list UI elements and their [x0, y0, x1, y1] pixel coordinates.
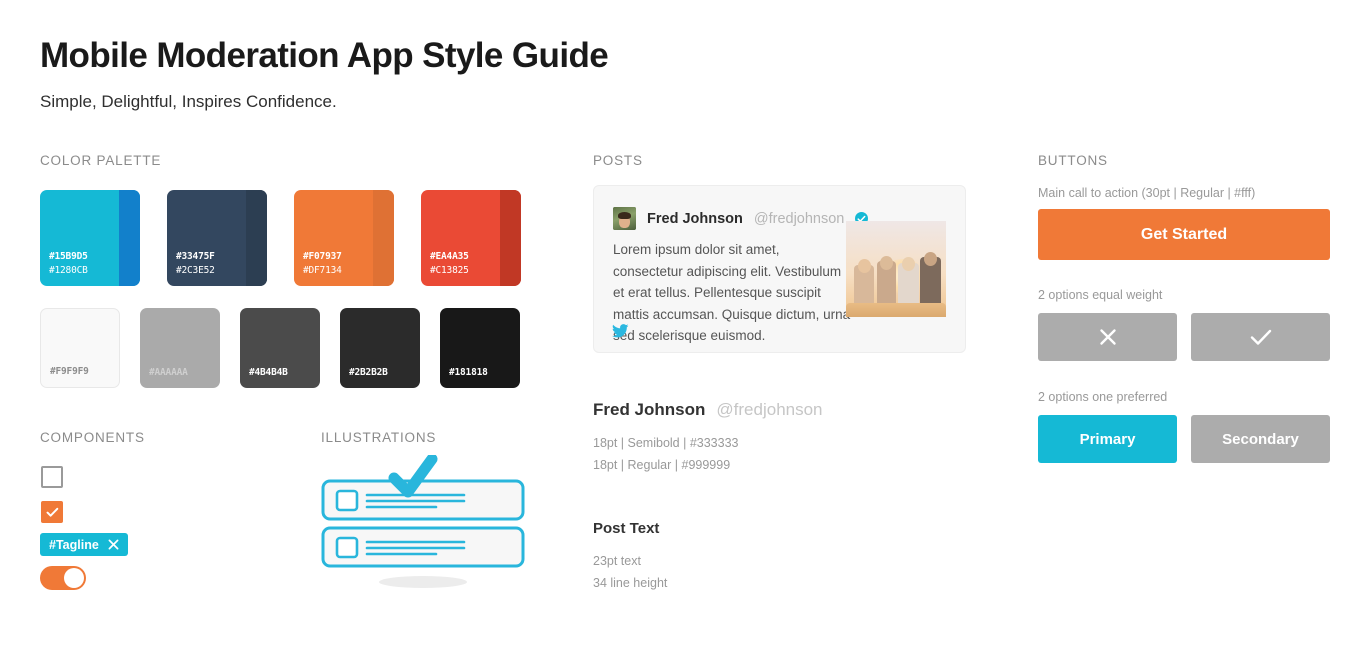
color-hex-main: #AAAAAA [149, 367, 188, 378]
post-card: Fred Johnson @fredjohnson Lorem ipsum do… [593, 185, 966, 353]
tag-chip-label: #Tagline [49, 537, 99, 552]
gray-swatch-row: #F9F9F9 #AAAAAA #4B4B4B #2B2B2B #181818 [40, 308, 520, 388]
color-swatch-labels: #181818 [449, 366, 488, 380]
color-swatch-labels: #EA4A35 #C13825 [430, 250, 469, 278]
color-swatch-labels: #15B9D5 #1280CB [49, 250, 88, 278]
section-heading-components: COMPONENTS [40, 430, 145, 445]
typography-sample: Fred Johnson @fredjohnson [593, 400, 823, 420]
photo-figure-head [858, 259, 871, 273]
color-swatch-shade [246, 190, 267, 286]
page-title: Mobile Moderation App Style Guide [40, 36, 609, 75]
color-hex-main: #4B4B4B [249, 367, 288, 378]
color-swatch-shade [119, 190, 140, 286]
style-guide-page: Mobile Moderation App Style Guide Simple… [0, 0, 1370, 650]
color-swatch: #15B9D5 #1280CB [40, 190, 140, 286]
color-hex-shade: #C13825 [430, 265, 469, 276]
section-heading-color-palette: COLOR PALETTE [40, 153, 162, 168]
close-icon[interactable] [108, 539, 119, 550]
equal-weight-caption: 2 options equal weight [1038, 288, 1163, 302]
toggle-knob [64, 568, 84, 588]
color-swatch-shade [500, 190, 521, 286]
illustration-checkbox-bottom [335, 536, 359, 559]
color-swatch: #EA4A35 #C13825 [421, 190, 521, 286]
color-swatch-labels: #2B2B2B [349, 366, 388, 380]
typography-post-text-title: Post Text [593, 520, 660, 537]
illustration-shadow [379, 576, 467, 588]
color-swatch-labels: #F07937 #DF7134 [303, 250, 342, 278]
photo-figure-head [902, 257, 915, 271]
post-author-name: Fred Johnson [647, 210, 743, 227]
typography-sample-handle: @fredjohnson [716, 400, 823, 419]
section-heading-buttons: BUTTONS [1038, 153, 1108, 168]
one-preferred-caption: 2 options one preferred [1038, 390, 1168, 404]
color-swatch: #4B4B4B [240, 308, 320, 388]
color-swatch-labels: #F9F9F9 [50, 365, 89, 379]
color-hex-main: #F9F9F9 [50, 366, 89, 377]
primary-button[interactable]: Primary [1038, 415, 1177, 463]
color-hex-main: #181818 [449, 367, 488, 378]
accept-button[interactable] [1191, 313, 1330, 361]
check-icon [46, 507, 58, 517]
avatar-hair [618, 212, 631, 219]
color-swatch: #AAAAAA [140, 308, 220, 388]
tag-chip[interactable]: #Tagline [40, 533, 128, 556]
photo-figure-head [880, 256, 893, 270]
color-hex-main: #33475F [176, 251, 215, 262]
twitter-icon[interactable] [612, 324, 629, 343]
color-hex-shade: #2C3E52 [176, 265, 215, 276]
photo-figure-head [924, 252, 937, 266]
typography-spec-name: 18pt | Semibold | #333333 [593, 436, 739, 450]
color-hex-main: #15B9D5 [49, 251, 88, 262]
color-hex-main: #2B2B2B [349, 367, 388, 378]
color-hex-shade: #DF7134 [303, 265, 342, 276]
color-swatch-shade [373, 190, 394, 286]
color-swatch: #F9F9F9 [40, 308, 120, 388]
close-icon [1099, 329, 1116, 345]
check-icon [1250, 329, 1271, 345]
avatar [613, 207, 636, 230]
color-swatch: #2B2B2B [340, 308, 420, 388]
typography-spec-handle: 18pt | Regular | #999999 [593, 458, 731, 472]
cta-caption: Main call to action (30pt | Regular | #f… [1038, 186, 1256, 200]
reject-button[interactable] [1038, 313, 1177, 361]
checkbox-unchecked[interactable] [41, 466, 63, 488]
color-swatch: #33475F #2C3E52 [167, 190, 267, 286]
color-swatch: #F07937 #DF7134 [294, 190, 394, 286]
section-heading-posts: POSTS [593, 153, 643, 168]
typography-sample-name: Fred Johnson [593, 400, 706, 419]
color-swatch-labels: #33475F #2C3E52 [176, 250, 215, 278]
color-swatch: #181818 [440, 308, 520, 388]
page-subtitle: Simple, Delightful, Inspires Confidence. [40, 92, 337, 111]
post-body-text: Lorem ipsum dolor sit amet, consectetur … [613, 242, 851, 343]
post-author-handle: @fredjohnson [753, 210, 845, 227]
typography-post-text-leading: 34 line height [593, 576, 668, 590]
checkbox-checked[interactable] [41, 501, 63, 523]
color-hex-shade: #1280CB [49, 265, 88, 276]
get-started-button[interactable]: Get Started [1038, 209, 1330, 260]
typography-post-text-size: 23pt text [593, 554, 641, 568]
color-hex-main: #F07937 [303, 251, 342, 262]
illustration-checklist [318, 453, 533, 595]
color-hex-main: #EA4A35 [430, 251, 469, 262]
post-photo [846, 221, 946, 317]
secondary-button[interactable]: Secondary [1191, 415, 1330, 463]
section-heading-illustrations: ILLUSTRATIONS [321, 430, 437, 445]
post-header: Fred Johnson @fredjohnson [613, 207, 869, 230]
brand-swatch-row: #15B9D5 #1280CB #33475F #2C3E52 #F07937 #DF71… [40, 190, 521, 286]
photo-ground [846, 303, 946, 317]
color-swatch-labels: #4B4B4B [249, 366, 288, 380]
color-swatch-labels: #AAAAAA [149, 366, 188, 380]
illustration-checkbox-top [335, 489, 359, 512]
toggle-switch[interactable] [40, 566, 86, 590]
